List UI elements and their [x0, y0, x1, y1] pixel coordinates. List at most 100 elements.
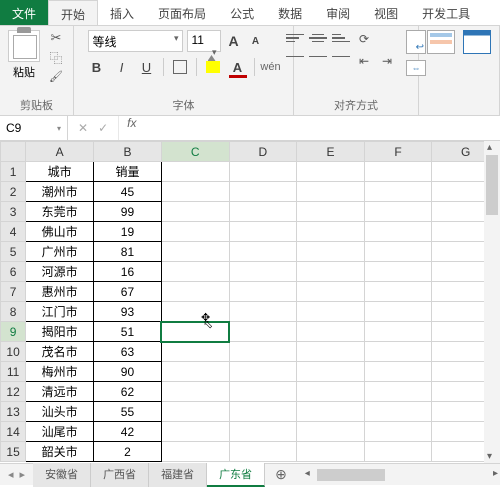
tab-review[interactable]: 审阅: [314, 0, 362, 25]
cell-E7[interactable]: [297, 282, 365, 302]
row-header-15[interactable]: 15: [1, 442, 26, 462]
cell-F15[interactable]: [364, 442, 432, 462]
scroll-up-icon[interactable]: ▴: [487, 142, 492, 153]
cell-A1[interactable]: 城市: [26, 162, 94, 182]
tab-formulas[interactable]: 公式: [218, 0, 266, 25]
row-header-6[interactable]: 6: [1, 262, 26, 282]
cell-B7[interactable]: 67: [94, 282, 162, 302]
fx-icon[interactable]: fx: [119, 116, 136, 140]
cell-A13[interactable]: 汕头市: [26, 402, 94, 422]
cell-F7[interactable]: [364, 282, 432, 302]
row-header-5[interactable]: 5: [1, 242, 26, 262]
cell-F5[interactable]: [364, 242, 432, 262]
cell-D3[interactable]: [229, 202, 297, 222]
vertical-scrollbar[interactable]: ▴ ▾: [484, 141, 500, 463]
cut-button[interactable]: [47, 30, 65, 46]
scroll-right-icon[interactable]: ▸: [493, 468, 498, 479]
column-header-A[interactable]: A: [26, 142, 94, 162]
tab-home[interactable]: 开始: [48, 0, 98, 25]
cell-A11[interactable]: 梅州市: [26, 362, 94, 382]
row-header-9[interactable]: 9: [1, 322, 26, 342]
row-header-2[interactable]: 2: [1, 182, 26, 202]
cell-F3[interactable]: [364, 202, 432, 222]
column-header-B[interactable]: B: [94, 142, 162, 162]
border-button[interactable]: [171, 58, 189, 76]
phonetic-button[interactable]: wén: [262, 58, 280, 76]
conditional-format-button[interactable]: [427, 30, 455, 54]
cell-B14[interactable]: 42: [94, 422, 162, 442]
cell-D6[interactable]: [229, 262, 297, 282]
cell-C6[interactable]: [161, 262, 229, 282]
tab-dev[interactable]: 开发工具: [410, 0, 482, 25]
cell-D5[interactable]: [229, 242, 297, 262]
row-header-14[interactable]: 14: [1, 422, 26, 442]
cancel-icon[interactable]: ✕: [78, 121, 88, 135]
cell-C3[interactable]: [161, 202, 229, 222]
underline-button[interactable]: U: [138, 58, 156, 76]
align-left-button[interactable]: [286, 52, 304, 68]
cell-B13[interactable]: 55: [94, 402, 162, 422]
cell-D8[interactable]: [229, 302, 297, 322]
scroll-down-icon[interactable]: ▾: [487, 451, 492, 462]
horizontal-scrollbar[interactable]: ◂ ▸: [303, 467, 500, 483]
cell-C5[interactable]: [161, 242, 229, 262]
cell-E5[interactable]: [297, 242, 365, 262]
cell-E2[interactable]: [297, 182, 365, 202]
fill-color-button[interactable]: [204, 58, 222, 76]
cell-E15[interactable]: [297, 442, 365, 462]
cell-B10[interactable]: 63: [94, 342, 162, 362]
cell-F2[interactable]: [364, 182, 432, 202]
enter-icon[interactable]: ✓: [98, 121, 108, 135]
cell-D7[interactable]: [229, 282, 297, 302]
italic-button[interactable]: I: [113, 58, 131, 76]
bold-button[interactable]: B: [88, 58, 106, 76]
cell-E6[interactable]: [297, 262, 365, 282]
row-header-10[interactable]: 10: [1, 342, 26, 362]
cell-E12[interactable]: [297, 382, 365, 402]
cell-A9[interactable]: 揭阳市: [26, 322, 94, 342]
column-header-D[interactable]: D: [229, 142, 297, 162]
sheet-tab-2[interactable]: 福建省: [149, 463, 207, 487]
cell-D13[interactable]: [229, 402, 297, 422]
cell-B3[interactable]: 99: [94, 202, 162, 222]
cell-C12[interactable]: [161, 382, 229, 402]
cell-C14[interactable]: [161, 422, 229, 442]
cell-E11[interactable]: [297, 362, 365, 382]
increase-font-button[interactable]: A: [225, 32, 243, 50]
row-header-12[interactable]: 12: [1, 382, 26, 402]
cell-F12[interactable]: [364, 382, 432, 402]
cell-C10[interactable]: [161, 342, 229, 362]
format-table-button[interactable]: [463, 30, 491, 54]
cell-A4[interactable]: 佛山市: [26, 222, 94, 242]
cell-A3[interactable]: 东莞市: [26, 202, 94, 222]
sheet-tab-1[interactable]: 广西省: [91, 463, 149, 487]
cell-A15[interactable]: 韶关市: [26, 442, 94, 462]
row-header-11[interactable]: 11: [1, 362, 26, 382]
cell-C7[interactable]: [161, 282, 229, 302]
decrease-indent-button[interactable]: ⇤: [355, 52, 373, 70]
cell-A2[interactable]: 潮州市: [26, 182, 94, 202]
paste-button[interactable]: 粘贴: [8, 30, 40, 80]
font-name-select[interactable]: 等线: [88, 30, 183, 52]
cell-D10[interactable]: [229, 342, 297, 362]
cell-B15[interactable]: 2: [94, 442, 162, 462]
cell-C13[interactable]: [161, 402, 229, 422]
cell-F1[interactable]: [364, 162, 432, 182]
row-header-4[interactable]: 4: [1, 222, 26, 242]
cell-D2[interactable]: [229, 182, 297, 202]
sheet-nav-next-icon[interactable]: ▸: [20, 468, 26, 481]
cell-E10[interactable]: [297, 342, 365, 362]
select-all-corner[interactable]: [1, 142, 26, 162]
cell-F11[interactable]: [364, 362, 432, 382]
cell-C2[interactable]: [161, 182, 229, 202]
align-top-button[interactable]: [286, 30, 304, 46]
font-color-button[interactable]: A: [229, 58, 247, 76]
row-header-8[interactable]: 8: [1, 302, 26, 322]
cell-B8[interactable]: 93: [94, 302, 162, 322]
cell-B5[interactable]: 81: [94, 242, 162, 262]
row-header-1[interactable]: 1: [1, 162, 26, 182]
cell-A7[interactable]: 惠州市: [26, 282, 94, 302]
cell-D4[interactable]: [229, 222, 297, 242]
cell-C4[interactable]: [161, 222, 229, 242]
column-header-C[interactable]: C: [161, 142, 229, 162]
